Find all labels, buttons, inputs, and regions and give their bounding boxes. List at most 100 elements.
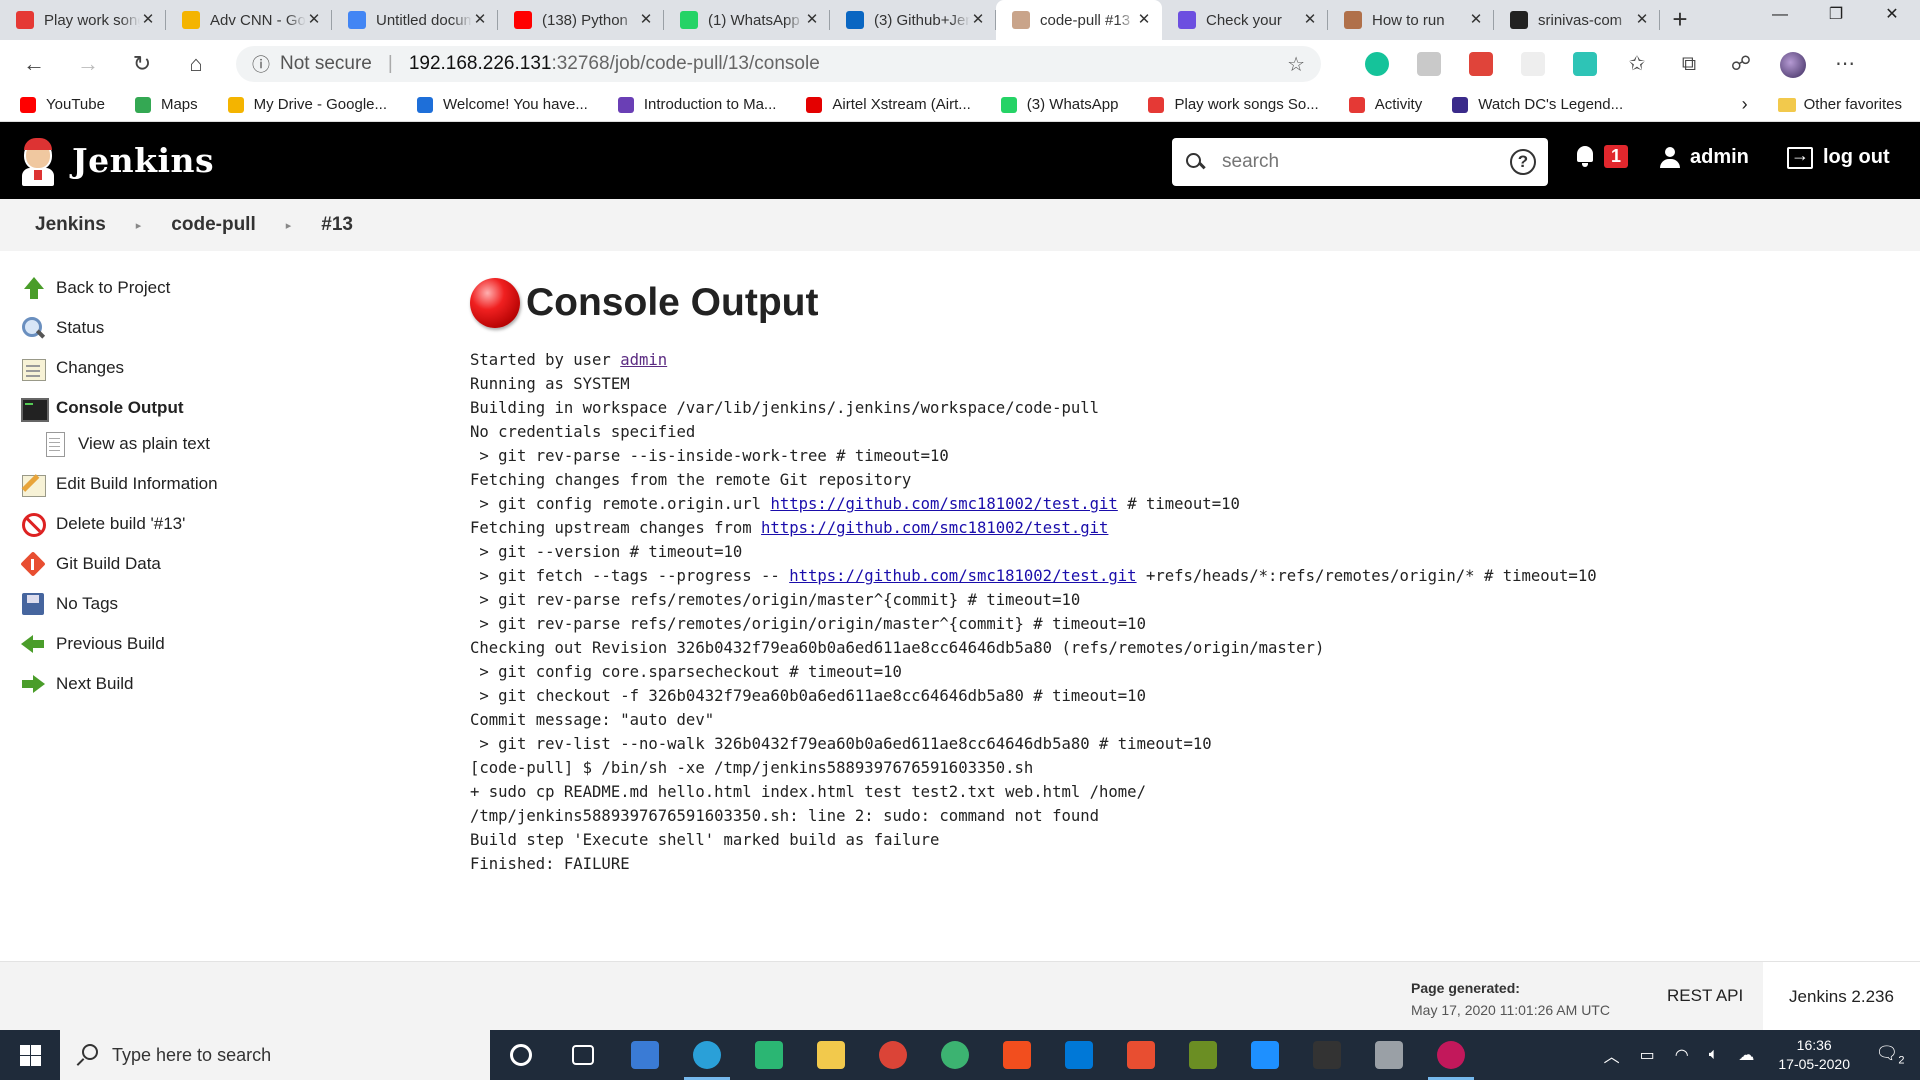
close-tab-icon[interactable]: ✕: [804, 12, 820, 28]
task-previous-build[interactable]: Previous Build: [20, 624, 440, 664]
taskbar-app-button[interactable]: [1110, 1030, 1172, 1080]
forward-arrow-icon[interactable]: →: [68, 44, 108, 84]
repo-url-link[interactable]: https://github.com/smc181002/test.git: [770, 495, 1117, 513]
breadcrumb-project[interactable]: code-pull: [171, 214, 255, 236]
task-changes[interactable]: Changes: [20, 348, 440, 388]
breadcrumb-chevron-icon[interactable]: ▸: [136, 219, 142, 232]
taskbar-app-button[interactable]: [738, 1030, 800, 1080]
close-tab-icon[interactable]: ✕: [140, 12, 156, 28]
browser-tab[interactable]: Untitled document✕: [332, 0, 498, 40]
browser-tab[interactable]: How to run ✕: [1328, 0, 1494, 40]
taskbar-app-button[interactable]: [924, 1030, 986, 1080]
taskbar-app-button[interactable]: [614, 1030, 676, 1080]
more-menu-icon[interactable]: ⋯: [1825, 44, 1865, 84]
bookmark-item[interactable]: Welcome! You have...: [417, 96, 588, 113]
close-window-button[interactable]: ✕: [1864, 0, 1920, 32]
task-status[interactable]: Status: [20, 308, 440, 348]
taskbar-app-button[interactable]: [1234, 1030, 1296, 1080]
taskbar-app-button[interactable]: [862, 1030, 924, 1080]
onedrive-cloud-icon[interactable]: ☁︎: [1738, 1045, 1754, 1065]
breadcrumb-chevron-icon[interactable]: ▸: [286, 219, 292, 232]
close-tab-icon[interactable]: ✕: [1634, 12, 1650, 28]
logout-link[interactable]: log out: [1787, 145, 1890, 169]
jenkins-version-link[interactable]: Jenkins 2.236: [1763, 962, 1920, 1031]
extension-placeholder-icon[interactable]: [1521, 52, 1545, 76]
info-icon[interactable]: ⓘ: [252, 51, 270, 77]
jenkins-home-link[interactable]: Jenkins: [20, 136, 214, 186]
taskbar-app-button[interactable]: [1358, 1030, 1420, 1080]
taskbar-app-button[interactable]: [1420, 1030, 1482, 1080]
taskbar-app-button[interactable]: [676, 1030, 738, 1080]
favorite-star-icon[interactable]: ☆: [1287, 52, 1305, 77]
back-arrow-icon[interactable]: ←: [14, 44, 54, 84]
system-clock[interactable]: 16:36 17-05-2020: [1778, 1036, 1850, 1074]
stack-extension-icon[interactable]: [1469, 52, 1493, 76]
battery-icon[interactable]: ▭: [1640, 1045, 1655, 1065]
task-delete-build[interactable]: Delete build '#13': [20, 504, 440, 544]
search-input[interactable]: [1222, 151, 1492, 173]
bookmark-item[interactable]: Airtel Xstream (Airt...: [806, 96, 971, 113]
volume-icon[interactable]: 🔈︎: [1709, 1046, 1719, 1064]
browser-tab[interactable]: Adv CNN - Google✕: [166, 0, 332, 40]
grammarly-extension-icon[interactable]: [1365, 52, 1389, 76]
bookmark-item[interactable]: Watch DC's Legend...: [1452, 96, 1623, 113]
reload-icon[interactable]: ↻: [122, 44, 162, 84]
bookmark-item[interactable]: Maps: [134, 96, 198, 113]
restore-button[interactable]: ❐: [1808, 0, 1864, 32]
browser-tab[interactable]: (1) WhatsApp ✕: [664, 0, 830, 40]
repo-url-link[interactable]: https://github.com/smc181002/test.git: [761, 519, 1108, 537]
breadcrumb-jenkins[interactable]: Jenkins: [35, 214, 106, 236]
task-view-plain-text[interactable]: View as plain text: [20, 428, 440, 460]
bookmark-item[interactable]: Activity: [1348, 96, 1422, 113]
other-favorites[interactable]: Other favorites: [1777, 96, 1902, 113]
started-by-user-link[interactable]: admin: [620, 351, 667, 369]
favorites-icon[interactable]: ✩: [1617, 44, 1657, 84]
extension-icon[interactable]: [1417, 52, 1441, 76]
notifications[interactable]: 1: [1574, 144, 1629, 168]
taskbar-app-button[interactable]: [490, 1030, 552, 1080]
notion-extension-icon[interactable]: [1573, 52, 1597, 76]
browser-tab[interactable]: code-pull #13 ✕: [996, 0, 1162, 40]
taskbar-app-button[interactable]: [986, 1030, 1048, 1080]
browser-tab[interactable]: Play work songs✕: [0, 0, 166, 40]
task-next-build[interactable]: Next Build: [20, 664, 440, 704]
breadcrumb-build[interactable]: #13: [321, 214, 353, 236]
bookmark-item[interactable]: My Drive - Google...: [227, 96, 387, 113]
browser-tab[interactable]: (138) Python ✕: [498, 0, 664, 40]
bookmark-item[interactable]: Play work songs So...: [1148, 96, 1319, 113]
taskbar-app-button[interactable]: [1296, 1030, 1358, 1080]
task-back-to-project[interactable]: Back to Project: [20, 268, 440, 308]
home-icon[interactable]: ⌂: [176, 44, 216, 84]
windows-start-icon[interactable]: [0, 1030, 60, 1080]
close-tab-icon[interactable]: ✕: [638, 12, 654, 28]
close-tab-icon[interactable]: ✕: [306, 12, 322, 28]
taskbar-search[interactable]: Type here to search: [60, 1030, 490, 1080]
minimize-button[interactable]: —: [1752, 0, 1808, 32]
taskbar-app-button[interactable]: [800, 1030, 862, 1080]
bookmark-item[interactable]: (3) WhatsApp: [1000, 96, 1118, 113]
task-git-build-data[interactable]: Git Build Data: [20, 544, 440, 584]
close-tab-icon[interactable]: ✕: [1136, 12, 1152, 28]
repo-url-link[interactable]: https://github.com/smc181002/test.git: [789, 567, 1136, 585]
user-menu[interactable]: admin: [1660, 146, 1749, 169]
close-tab-icon[interactable]: ✕: [1302, 12, 1318, 28]
more-bookmarks-chevron-icon[interactable]: ›: [1742, 94, 1748, 115]
profile-avatar[interactable]: [1773, 44, 1813, 84]
task-console-output[interactable]: Console Output: [20, 388, 440, 428]
task-no-tags[interactable]: No Tags: [20, 584, 440, 624]
bookmark-item[interactable]: Introduction to Ma...: [617, 96, 776, 113]
close-tab-icon[interactable]: ✕: [1468, 12, 1484, 28]
browser-tab[interactable]: srinivas-com ✕: [1494, 0, 1660, 40]
feedback-icon[interactable]: ☍: [1721, 44, 1761, 84]
taskbar-app-button[interactable]: [1172, 1030, 1234, 1080]
action-center-icon[interactable]: 🗨︎2: [1870, 1043, 1910, 1067]
address-bar[interactable]: ⓘ Not secure | 192.168.226.131 :32768/jo…: [236, 46, 1321, 82]
bookmark-item[interactable]: YouTube: [20, 96, 105, 113]
close-tab-icon[interactable]: ✕: [472, 12, 488, 28]
wifi-icon[interactable]: ◠: [1675, 1045, 1689, 1065]
browser-tab[interactable]: (3) Github+Jenkins✕: [830, 0, 996, 40]
task-edit-build-information[interactable]: Edit Build Information: [20, 464, 440, 504]
new-tab-button[interactable]: +: [1660, 0, 1700, 40]
taskbar-app-button[interactable]: [1048, 1030, 1110, 1080]
help-icon[interactable]: ?: [1510, 149, 1536, 175]
